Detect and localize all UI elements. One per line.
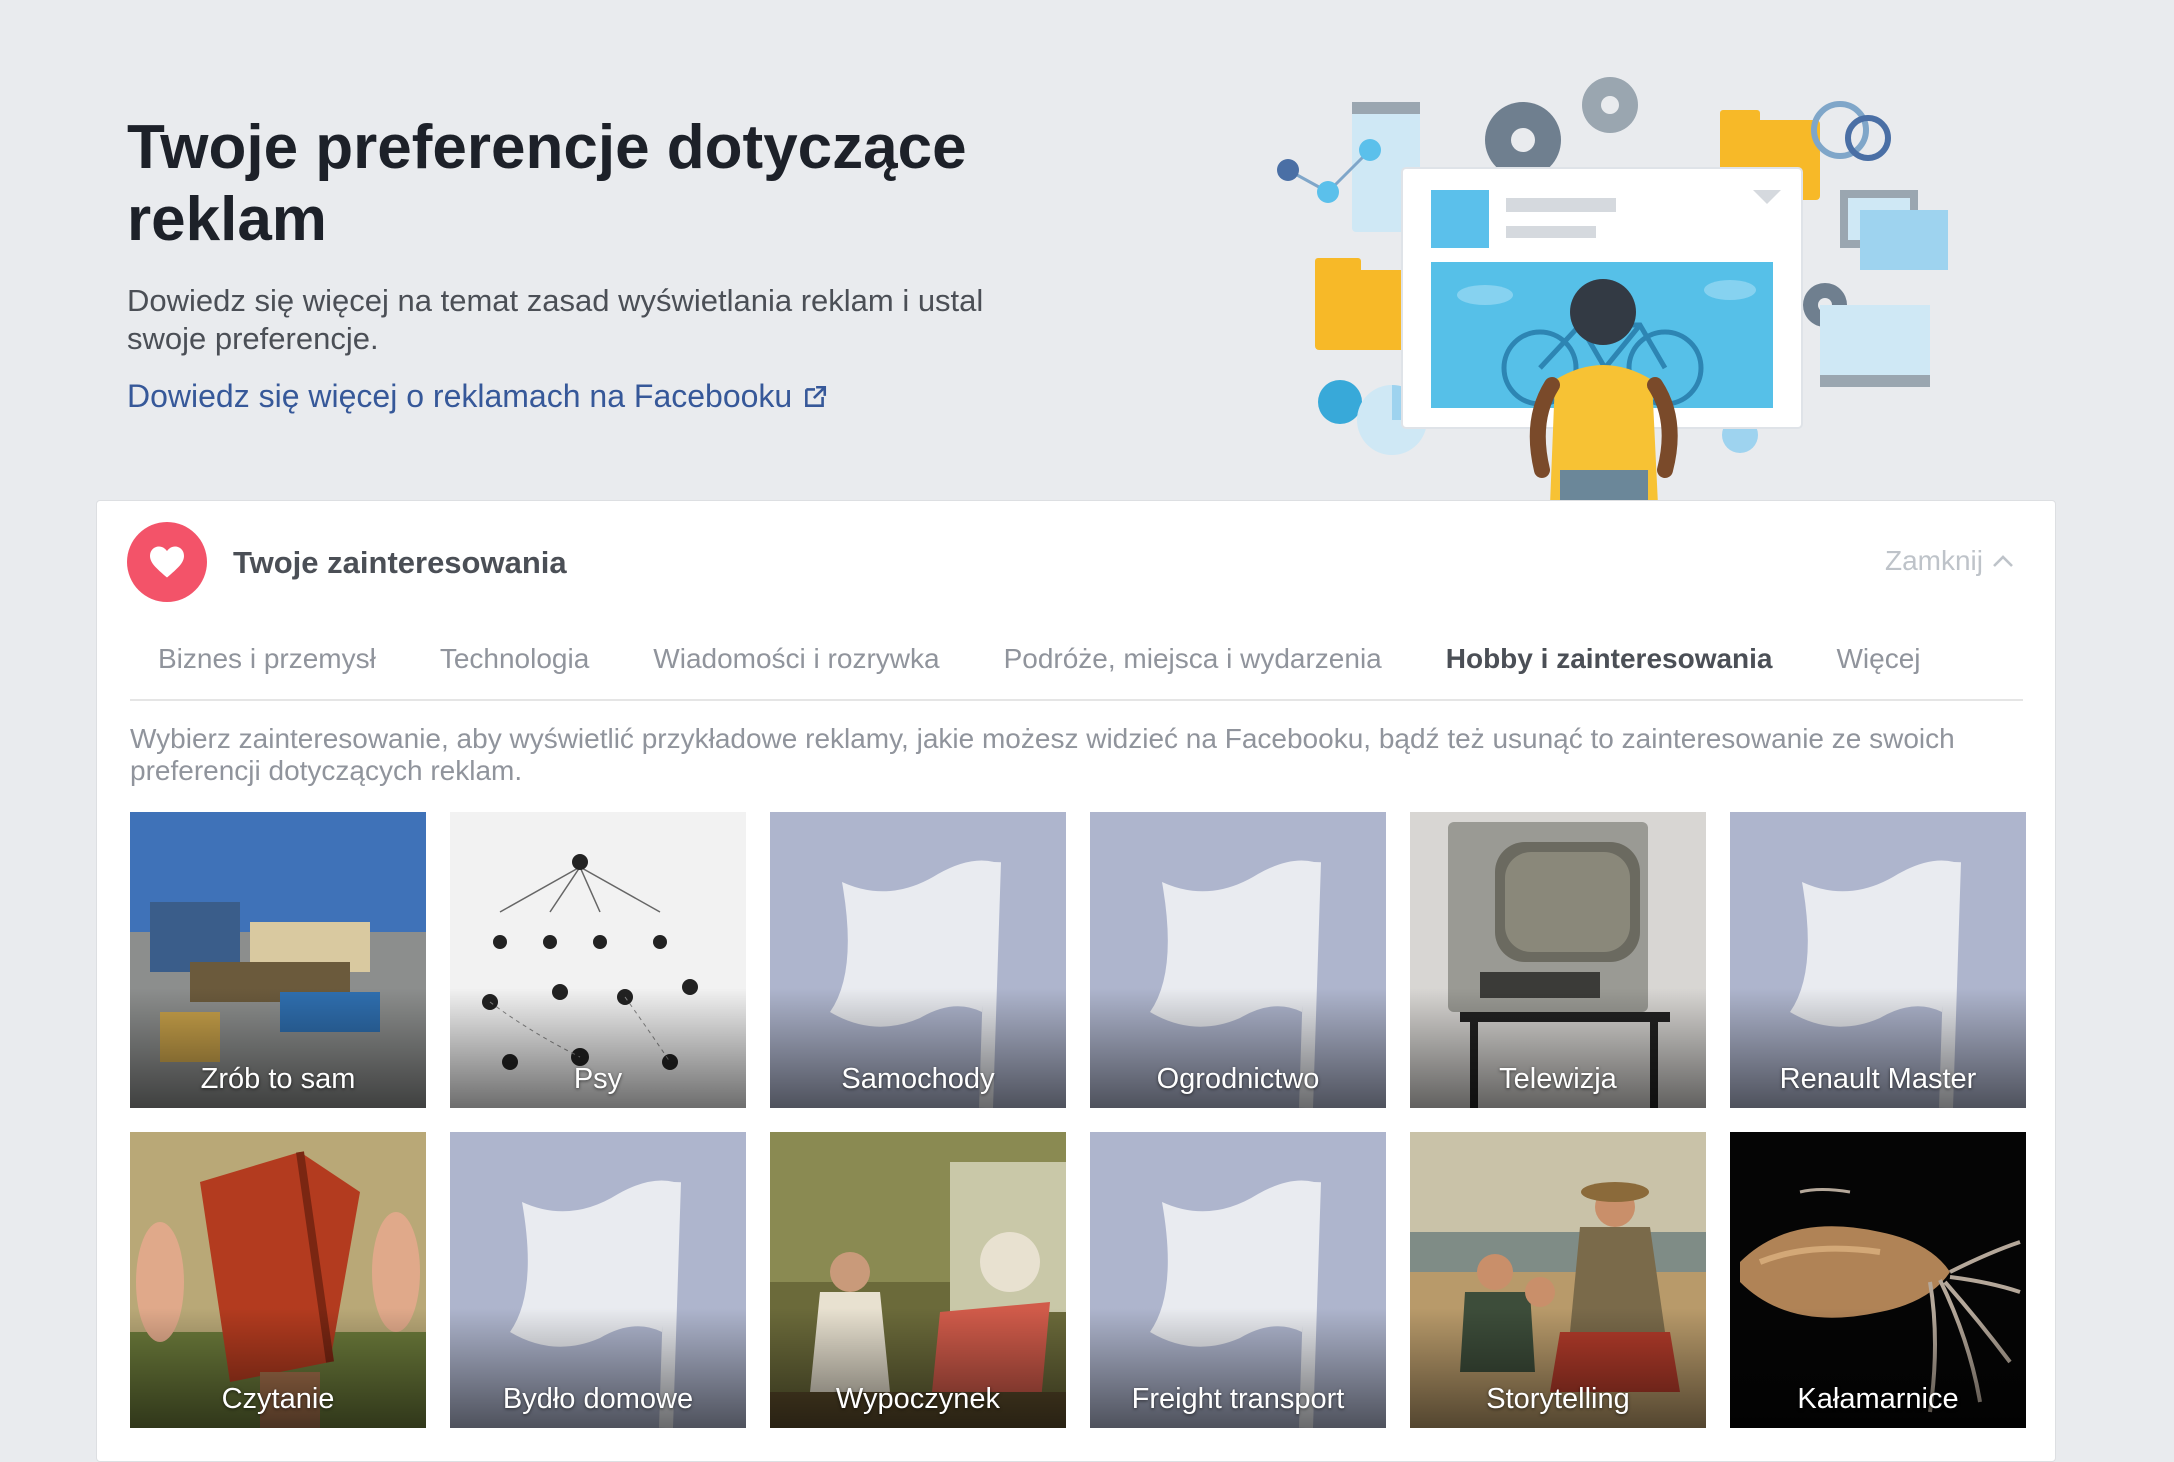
interest-tile[interactable]: Wypoczynek (770, 1132, 1066, 1428)
tab-business-industry[interactable]: Biznes i przemysł (130, 629, 408, 697)
interests-panel-header: Twoje zainteresowania Zamknij (97, 501, 2055, 631)
interest-tile[interactable]: Ogrodnictwo (1090, 812, 1386, 1108)
interest-label: Psy (573, 1063, 623, 1095)
interest-label: Czytanie (221, 1383, 335, 1415)
interest-tile[interactable]: Bydło domowe (450, 1132, 746, 1428)
interests-description: Wybierz zainteresowanie, aby wyświetlić … (130, 723, 1955, 786)
interests-panel: Twoje zainteresowania Zamknij Biznes i p… (96, 500, 2056, 1462)
interest-tile[interactable]: Renault Master (1730, 812, 2026, 1108)
interest-tile[interactable]: Freight transport (1090, 1132, 1386, 1428)
tab-news-entertainment[interactable]: Wiadomości i rozrywka (621, 629, 971, 697)
tab-hobbies-interests[interactable]: Hobby i zainteresowania (1414, 629, 1805, 697)
page-title: Twoje preferencje dotyczące reklam (127, 113, 967, 254)
interest-tile[interactable]: Storytelling (1410, 1132, 1706, 1428)
tab-travel-places-events[interactable]: Podróże, miejsca i wydarzenia (972, 629, 1414, 697)
hero-section: Twoje preferencje dotyczące reklam Dowie… (0, 0, 2174, 500)
heart-badge (127, 522, 207, 602)
close-button-label[interactable]: Zamknij (1885, 545, 1983, 577)
interest-tile[interactable]: Czytanie (130, 1132, 426, 1428)
external-link-icon (805, 385, 827, 407)
interest-tile[interactable]: Zrób to sam (130, 812, 426, 1108)
interest-label: Kałamarnice (1797, 1383, 1959, 1415)
interest-label: Telewizja (1499, 1063, 1617, 1095)
learn-more-link-text[interactable]: Dowiedz się więcej o reklamach na Facebo… (127, 378, 792, 415)
heart-icon (150, 546, 184, 578)
chevron-up-icon (1993, 555, 2013, 567)
interest-label: Storytelling (1486, 1383, 1630, 1415)
interest-label: Zrób to sam (200, 1063, 356, 1095)
panel-title: Twoje zainteresowania (233, 545, 567, 580)
interest-tile[interactable]: Telewizja (1410, 812, 1706, 1108)
tab-technology[interactable]: Technologia (408, 629, 621, 697)
page-subtitle: Dowiedz się więcej na temat zasad wyświe… (127, 283, 984, 356)
category-tabs: Biznes i przemysł Technologia Wiadomości… (130, 629, 2023, 701)
tab-more[interactable]: Więcej (1805, 629, 1953, 697)
interest-label: Renault Master (1779, 1063, 1977, 1095)
gear-icon (1582, 77, 1638, 133)
interests-grid: Zrób to sam Psy Samochody Ogrodnictwo Te… (130, 812, 2026, 1428)
ad-preferences-illustration (1277, 77, 1948, 500)
interest-label: Wypoczynek (835, 1383, 1001, 1415)
interest-label: Ogrodnictwo (1156, 1063, 1320, 1095)
interest-tile[interactable]: Samochody (770, 812, 1066, 1108)
gear-icon (1485, 102, 1561, 178)
interest-tile[interactable]: Psy (450, 812, 746, 1108)
interest-label: Samochody (841, 1063, 995, 1095)
interest-label: Freight transport (1131, 1383, 1345, 1415)
close-button[interactable]: Zamknij (1885, 545, 2015, 577)
interest-label: Bydło domowe (502, 1383, 694, 1415)
interest-tile[interactable]: Kałamarnice (1730, 1132, 2026, 1428)
learn-more-link[interactable]: Dowiedz się więcej o reklamach na Facebo… (127, 378, 828, 415)
